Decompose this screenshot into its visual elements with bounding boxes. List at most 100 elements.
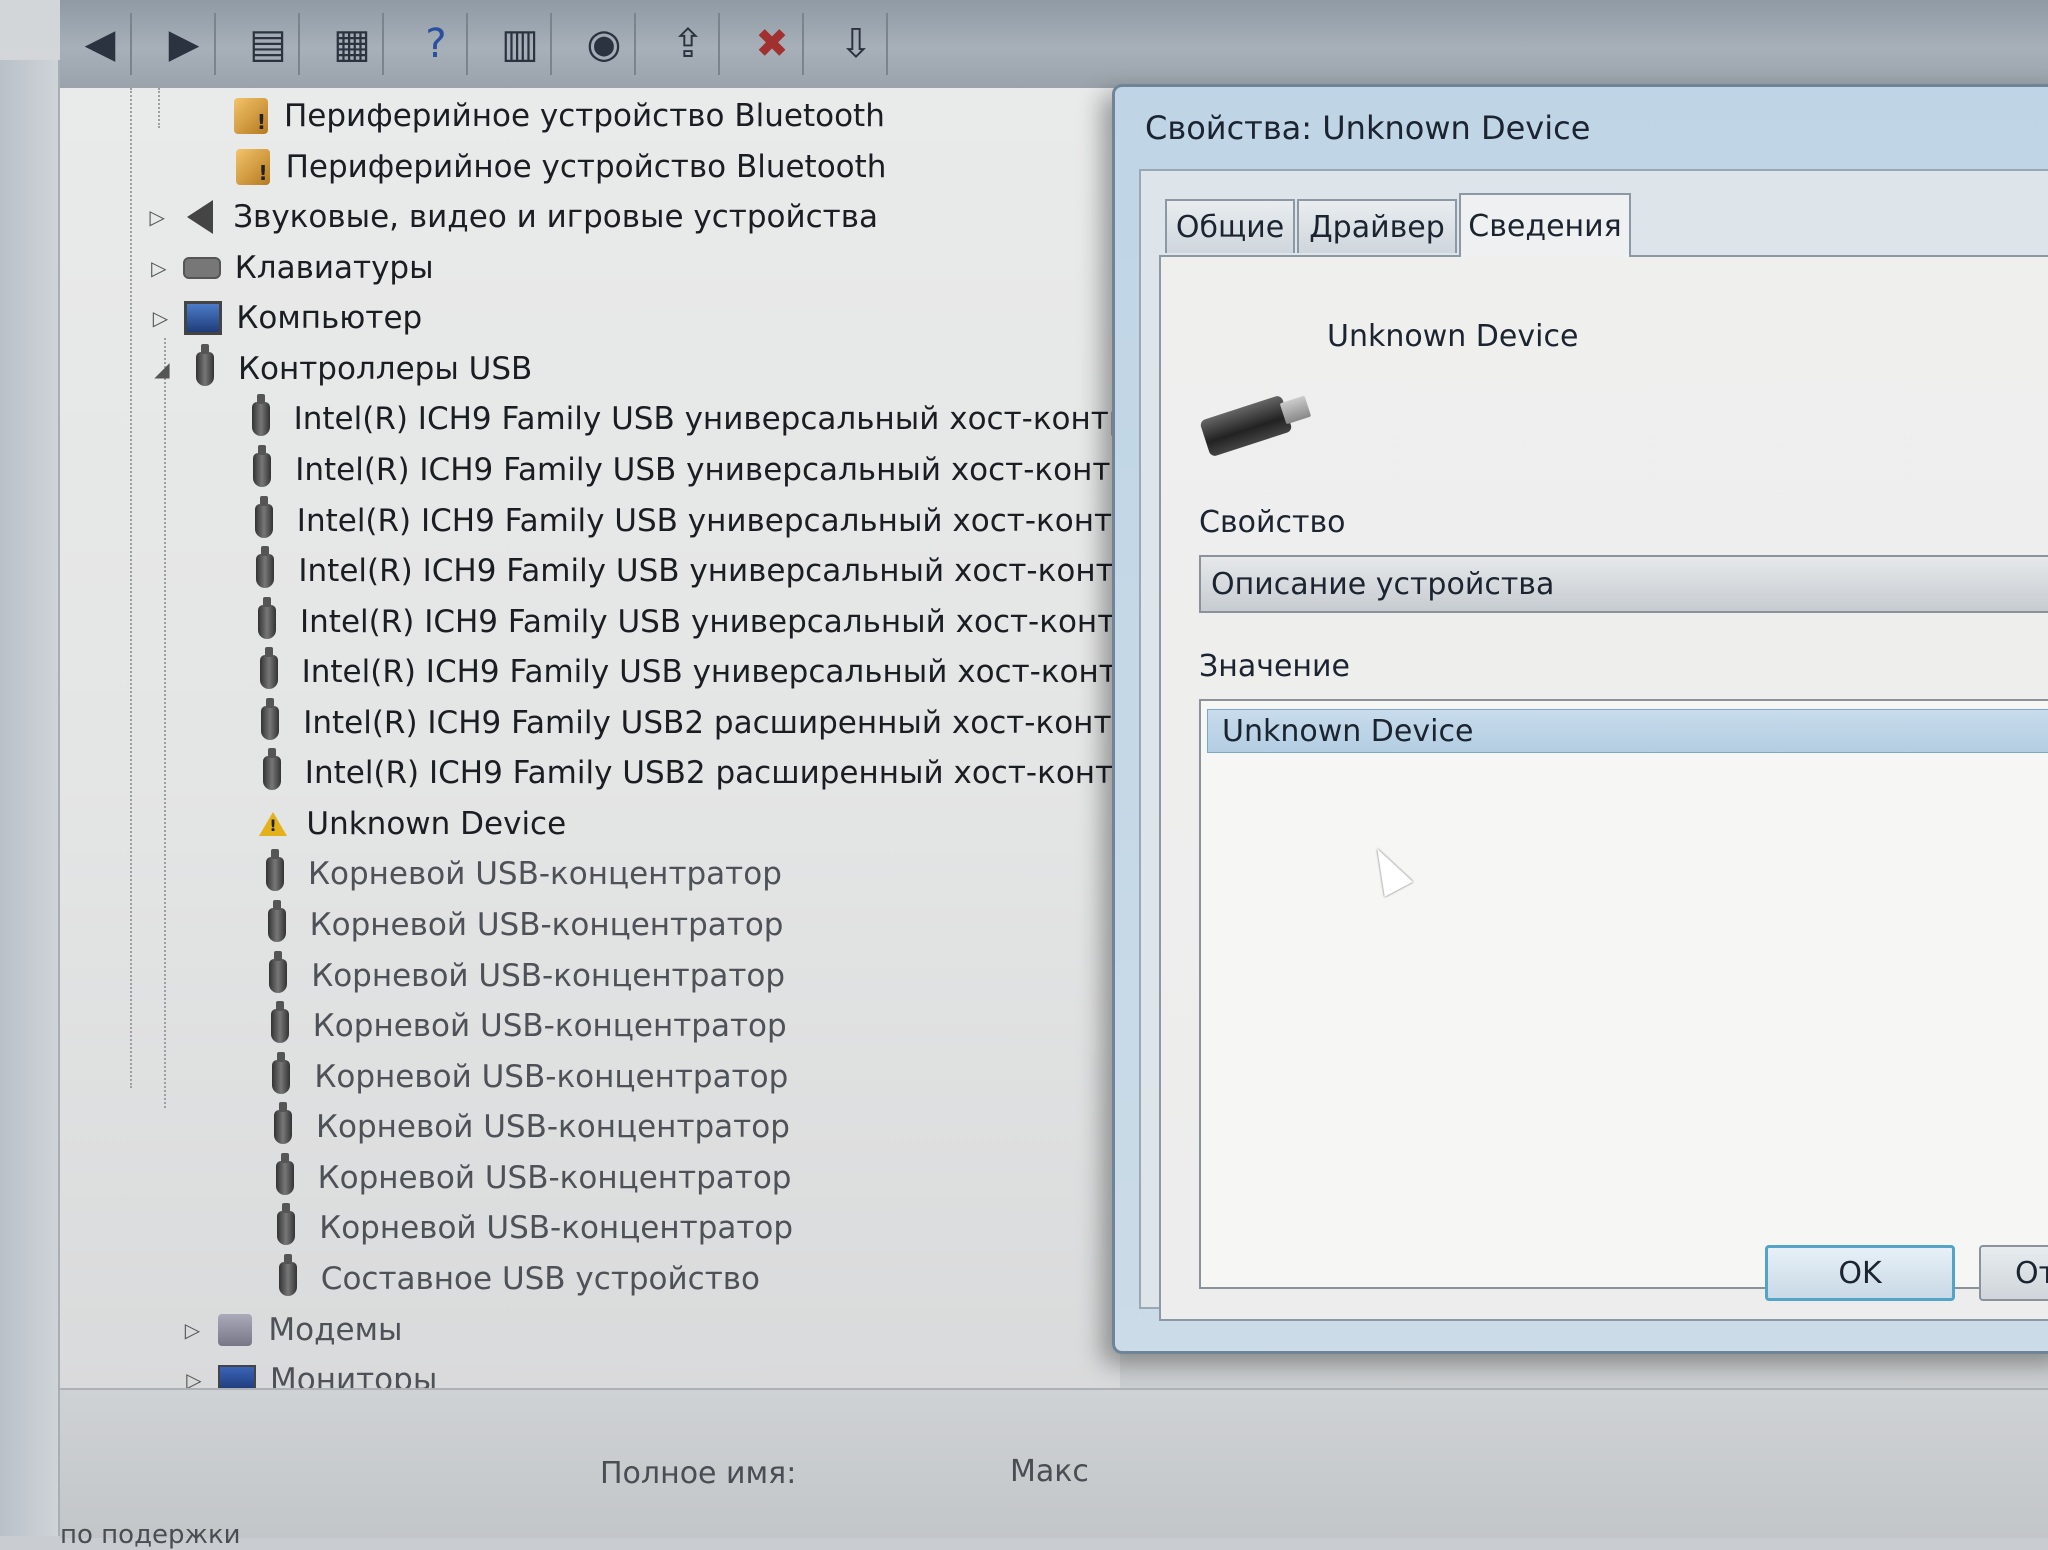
property-label: Свойство — [1199, 505, 1346, 540]
modem-icon — [216, 1309, 254, 1351]
tree-item-label: Корневой USB-концентратор — [316, 1109, 790, 1146]
property-select-value: Описание устройства — [1211, 566, 1555, 602]
tree-item-label: Периферийное устройство Bluetooth — [285, 148, 887, 185]
uninstall-icon[interactable]: ✖ — [742, 13, 804, 75]
tree-expander-icon[interactable]: ◢ — [150, 357, 174, 381]
usb-icon — [243, 444, 281, 491]
help-icon[interactable]: ? — [406, 13, 468, 75]
tree-item[interactable]: Корневой USB-концентратор — [261, 1001, 787, 1050]
usb-icon-shape — [275, 1152, 294, 1195]
tree-item[interactable]: Intel(R) ICH9 Family USB универсальный х… — [245, 495, 1120, 545]
tree-item[interactable]: Intel(R) ICH9 Family USB универсальный х… — [243, 444, 1120, 494]
value-label: Значение — [1199, 649, 1350, 684]
tree-item[interactable]: Периферийное устройство Bluetooth — [232, 92, 885, 140]
tree-item-label: Intel(R) ICH9 Family USB универсальный х… — [301, 654, 1120, 691]
warning-icon-shape — [259, 811, 288, 836]
tree-expander-icon[interactable]: ▷ — [148, 306, 172, 330]
tree-item-label: Intel(R) ICH9 Family USB универсальный х… — [300, 603, 1120, 640]
tree-item[interactable]: Корневой USB-концентратор — [264, 1102, 790, 1151]
tree-item-label: Корневой USB-концентратор — [308, 856, 782, 893]
usb-icon-shape — [196, 343, 214, 386]
usb-icon-shape — [256, 546, 275, 589]
tab-details[interactable]: Сведения — [1459, 193, 1631, 257]
tree-item[interactable]: Intel(R) ICH9 Family USB2 расширенный хо… — [253, 748, 1120, 797]
tree-item-label: Клавиатуры — [234, 249, 434, 286]
tree-item[interactable]: Корневой USB-концентратор — [262, 1051, 788, 1101]
device-tree[interactable]: Периферийное устройство Bluetooth Перифер… — [60, 88, 1120, 1460]
properties-dialog: Свойства: Unknown Device Общие Драйвер С… — [1112, 84, 2048, 1354]
usb-icon — [269, 1254, 307, 1300]
tree-item[interactable]: ▷ Компьютер — [148, 294, 423, 342]
tree-item[interactable]: Периферийное устройство Bluetooth — [234, 143, 887, 191]
tree-item[interactable]: Intel(R) ICH9 Family USB универсальный х… — [250, 647, 1120, 696]
show-hide-console-tree-icon[interactable]: ▤ — [238, 13, 300, 75]
tree-item[interactable]: Корневой USB-концентратор — [266, 1152, 792, 1202]
bluetooth-device-icon-shape — [235, 148, 270, 185]
tree-item-label: Периферийное устройство Bluetooth — [284, 98, 885, 134]
tree-item[interactable]: ▷ Клавиатуры — [147, 244, 434, 292]
usb-icon — [258, 900, 296, 946]
tree-item[interactable]: Корневой USB-концентратор — [259, 950, 785, 1000]
tree-item-label: Intel(R) ICH9 Family USB универсальный х… — [298, 553, 1120, 590]
full-name-label: Полное имя: — [600, 1456, 797, 1491]
property-select[interactable]: Описание устройства — [1199, 555, 2048, 613]
value-listbox[interactable]: Unknown Device — [1199, 699, 2048, 1289]
keyboard-icon-shape — [182, 256, 221, 279]
tree-item[interactable]: Intel(R) ICH9 Family USB универсальный х… — [246, 546, 1120, 595]
tree-item-label: Intel(R) ICH9 Family USB универсальный х… — [293, 401, 1120, 438]
usb-icon-shape — [267, 900, 286, 943]
usb-device-icon — [1199, 394, 1293, 458]
tree-item-label: Intel(R) ICH9 Family USB2 расширенный хо… — [304, 755, 1120, 792]
action-pane-icon[interactable]: ▥ — [490, 13, 552, 75]
background-window-edge — [0, 60, 60, 1536]
tree-line — [158, 88, 160, 128]
usb-icon-shape — [254, 495, 273, 538]
tree-item[interactable]: Составное USB устройство — [269, 1254, 760, 1303]
speaker-icon — [181, 196, 219, 238]
ok-button[interactable]: OK — [1765, 1245, 1955, 1301]
bluetooth-device-icon — [232, 95, 270, 137]
usb-icon — [253, 748, 291, 794]
warning-icon — [254, 803, 292, 845]
status-details-pane: Полное имя: Макс по подержки — [60, 1388, 2048, 1550]
tree-expander-icon[interactable]: ▷ — [147, 256, 171, 280]
properties-icon[interactable]: ▦ — [322, 13, 384, 75]
tree-item[interactable]: Intel(R) ICH9 Family USB универсальный х… — [242, 394, 1120, 443]
computer-icon — [184, 297, 223, 339]
update-driver-icon[interactable]: ⇪ — [658, 13, 720, 75]
usb-icon-shape — [262, 748, 281, 791]
tree-item[interactable]: ▷ Модемы — [180, 1306, 403, 1354]
tree-expander-icon[interactable]: ▷ — [180, 1318, 204, 1342]
value-list-item[interactable]: Unknown Device — [1207, 709, 2048, 753]
usb-icon-shape — [266, 849, 284, 892]
usb-icon — [246, 546, 284, 592]
tree-item[interactable]: Корневой USB-концентратор — [256, 849, 782, 898]
tree-item-label: Корневой USB-концентратор — [319, 1210, 794, 1247]
tree-item-label: Корневой USB-концентратор — [317, 1159, 792, 1196]
tree-item[interactable]: Intel(R) ICH9 Family USB универсальный х… — [248, 596, 1120, 646]
toolbar: ◀ ▶ ▤ ▦? ▥ ◉ ⇪ ✖ ⇩ — [60, 0, 2048, 88]
back-icon[interactable]: ◀ — [70, 13, 132, 75]
usb-icon-shape — [269, 950, 288, 993]
usb-icon — [259, 950, 297, 997]
usb-icon — [242, 394, 280, 440]
tree-item[interactable]: Intel(R) ICH9 Family USB2 расширенный хо… — [251, 697, 1120, 747]
tab-driver[interactable]: Драйвер — [1297, 199, 1457, 253]
tree-item-label: Звуковые, видео и игровые устройства — [233, 199, 878, 236]
disable-icon[interactable]: ⇩ — [826, 13, 888, 75]
usb-icon-shape — [277, 1203, 296, 1246]
tree-item[interactable]: Unknown Device — [254, 800, 566, 848]
tree-item-label: Корневой USB-концентратор — [309, 907, 784, 944]
computer-icon-shape — [184, 301, 223, 336]
tree-item[interactable]: Корневой USB-концентратор — [258, 900, 784, 949]
tree-item-label: Корневой USB-концентратор — [312, 1008, 787, 1045]
tree-item[interactable]: Корневой USB-концентратор — [267, 1203, 794, 1252]
forward-icon[interactable]: ▶ — [154, 13, 216, 75]
tree-item[interactable]: ▷ Звуковые, видео и игровые устройства — [145, 193, 878, 241]
scan-hardware-icon[interactable]: ◉ — [574, 13, 636, 75]
tab-general[interactable]: Общие — [1165, 199, 1295, 253]
cancel-button[interactable]: От — [1979, 1245, 2048, 1301]
modem-icon-shape — [218, 1313, 253, 1346]
tree-expander-icon[interactable]: ▷ — [145, 205, 169, 229]
tree-item[interactable]: ◢ Контроллеры USB — [150, 343, 532, 393]
